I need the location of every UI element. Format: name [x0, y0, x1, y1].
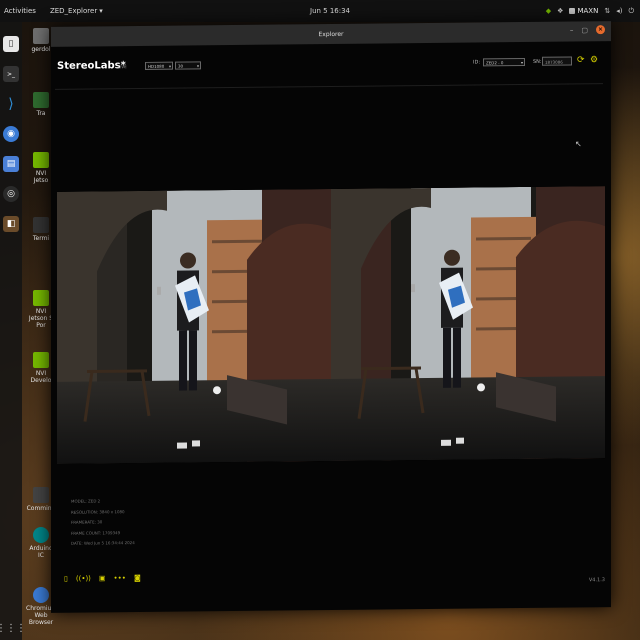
stereo-video-feed — [57, 186, 605, 464]
app-menu[interactable]: ZED_Explorer ▾ — [50, 7, 103, 15]
chromium-icon[interactable]: ◉ — [3, 126, 19, 142]
arduino-icon — [33, 527, 49, 543]
live-indicator: LIVE — [118, 64, 127, 70]
clock[interactable]: Jun 5 16:34 — [310, 7, 350, 15]
dock: ▯ >_ ⟩ ◉ ▤ ◎ ◧ ⋮⋮⋮ — [0, 22, 26, 640]
terminal-icon[interactable]: >_ — [3, 66, 19, 82]
settings-icon[interactable]: ⚙ — [590, 55, 598, 65]
resolution-value: HD1080 — [148, 63, 165, 69]
toolbar-divider — [55, 83, 603, 90]
camera-icon[interactable]: ◙ — [134, 574, 141, 582]
explorer-toolbar: StereoLabs* LIVE HD1080 ▾ 30 ▾ ID: ZED2 … — [51, 47, 611, 77]
meta-resolution: RESOLUTION: 3840 x 1080 — [71, 508, 125, 515]
network-icon[interactable]: ⇅ — [604, 7, 610, 15]
chevron-down-icon: ▾ — [168, 63, 171, 69]
window-title: Explorer — [318, 30, 344, 38]
desktop-icon-label: Tra — [36, 110, 46, 117]
camera-metadata: MODEL: ZED 2 RESOLUTION: 3840 x 1080 FRA… — [71, 496, 135, 549]
folder-icon — [33, 28, 49, 44]
meta-date: DATE: Wed Jun 5 16:34:44 2024 — [71, 540, 135, 546]
system-tray[interactable]: ◆ ❖ MAXN ⇅ ◂) ⏻ — [546, 7, 634, 16]
dropbox-icon[interactable]: ❖ — [557, 7, 563, 15]
camera-select[interactable]: ZED2 - 0 ▾ — [483, 57, 525, 67]
zed-explorer-icon[interactable]: ◧ — [3, 216, 19, 232]
power-mode-label: MAXN — [577, 7, 599, 15]
meta-frame-count: FRAME COUNT: 1709349 — [71, 529, 121, 536]
brand-logo: StereoLabs* — [57, 60, 126, 72]
desktop-icon-label: NVI Develo — [30, 370, 52, 384]
activities-button[interactable]: Activities — [4, 7, 36, 15]
vscode-icon[interactable]: ⟩ — [3, 96, 19, 112]
right-camera-view — [331, 186, 605, 461]
files-icon[interactable]: ▯ — [3, 36, 19, 52]
chevron-down-icon: ▾ — [520, 59, 523, 66]
bottom-action-bar: ▯ ((•)) ▣ ••• ◙ — [64, 574, 141, 583]
power-mode-icon — [569, 8, 576, 14]
record-icon[interactable]: ▣ — [99, 574, 106, 582]
chromium-icon — [33, 587, 49, 603]
volume-icon[interactable]: ◂) — [616, 7, 622, 15]
refresh-icon[interactable]: ⟳ — [577, 55, 585, 65]
desktop-icons: gerdol Tra NVI Jetso Termi NVI Jetson S … — [26, 22, 57, 640]
text-editor-icon[interactable]: ▤ — [3, 156, 19, 172]
window-controls: – ▢ ✕ — [570, 25, 605, 35]
nvidia-icon — [33, 352, 49, 368]
id-label: ID: — [473, 59, 481, 66]
fps-select[interactable]: 30 ▾ — [175, 61, 201, 70]
version-label: V4.1.3 — [588, 577, 605, 584]
app-menu-label: ZED_Explorer — [49, 7, 98, 15]
chevron-down-icon: ▾ — [196, 63, 199, 69]
file-icon[interactable]: ▯ — [64, 575, 68, 583]
nvidia-icon[interactable]: ◆ — [546, 7, 551, 15]
explorer-window: Explorer – ▢ ✕ StereoLabs* LIVE HD1080 ▾… — [51, 21, 611, 613]
mouse-cursor: ↖ — [575, 139, 582, 149]
fps-value: 30 — [178, 63, 184, 69]
more-icon[interactable]: ••• — [114, 574, 126, 582]
minimize-button[interactable]: – — [570, 26, 574, 34]
resolution-select[interactable]: HD1080 ▾ — [145, 61, 173, 70]
power-icon[interactable]: ⏻ — [628, 7, 634, 16]
meta-model: MODEL: ZED 2 — [71, 498, 101, 504]
close-button[interactable]: ✕ — [596, 25, 605, 35]
trash-icon — [33, 92, 49, 108]
obs-icon[interactable]: ◎ — [3, 186, 19, 202]
chevron-down-icon: ▾ — [99, 7, 103, 15]
desktop-icon-label: gerdol — [31, 46, 51, 53]
desktop-icon-label: NVI Jetso — [33, 170, 49, 184]
show-apps-icon[interactable]: ⋮⋮⋮ — [0, 623, 26, 634]
nvidia-icon — [33, 152, 49, 168]
left-camera-view — [57, 189, 331, 464]
community-icon — [33, 487, 49, 503]
meta-framerate: FRAMERATE: 30 — [71, 519, 103, 525]
desktop-icon-label: NVI Jetson S Por — [28, 308, 53, 329]
desktop-icon-label: Arduino IC — [29, 545, 53, 559]
serial-label: SN: — [533, 58, 542, 65]
serial-number-field[interactable]: 1873086 — [542, 56, 572, 66]
system-top-bar: Activities ZED_Explorer ▾ Jun 5 16:34 ◆ … — [0, 0, 640, 22]
nvidia-icon — [33, 290, 49, 306]
stream-icon[interactable]: ((•)) — [76, 575, 91, 583]
camera-value: ZED2 - 0 — [486, 60, 504, 66]
terminal-icon — [33, 217, 49, 233]
power-mode-indicator[interactable]: MAXN — [569, 7, 598, 15]
maximize-button[interactable]: ▢ — [581, 26, 588, 34]
desktop-icon-label: Termi — [32, 235, 50, 242]
